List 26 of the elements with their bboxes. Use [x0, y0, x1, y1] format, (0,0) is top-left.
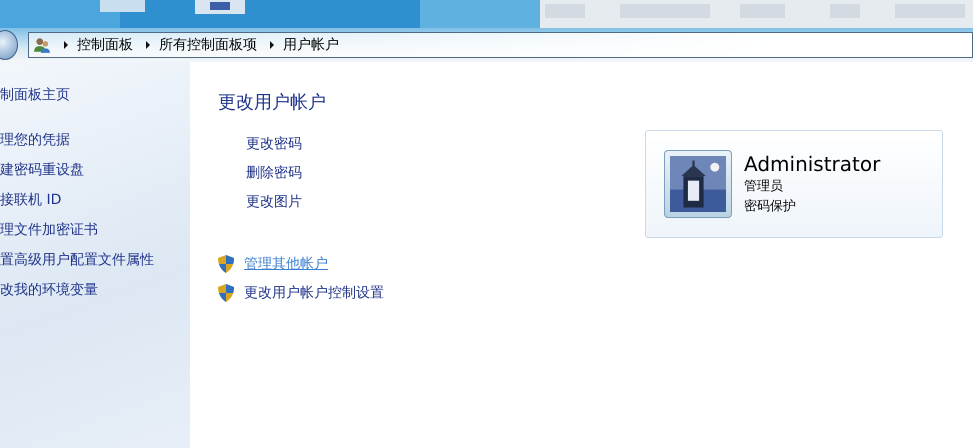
shield-icon — [218, 284, 234, 302]
chevron-icon — [63, 41, 69, 49]
breadcrumb[interactable]: 用户帐户 — [283, 36, 339, 54]
account-role: 管理员 — [744, 178, 784, 196]
breadcrumb[interactable]: 控制面板 — [77, 36, 133, 54]
users-icon — [33, 36, 51, 54]
chevron-icon — [269, 41, 275, 49]
account-status: 密码保护 — [744, 198, 797, 216]
sidebar-link[interactable]: 理您的凭据 — [0, 125, 190, 155]
chevron-icon — [145, 41, 151, 49]
sidebar-link[interactable]: 建密码重设盘 — [0, 155, 190, 185]
admin-link[interactable]: 更改用户帐户控制设置 — [244, 284, 384, 302]
sidebar-link[interactable]: 接联机 ID — [0, 185, 190, 215]
task-link[interactable]: 更改密码 — [246, 130, 384, 159]
address-bar[interactable]: 控制面板 所有控制面板项 用户帐户 — [28, 32, 973, 58]
task-link[interactable]: 更改图片 — [246, 188, 384, 217]
sidebar-link[interactable]: 置高级用户配置文件属性 — [0, 245, 190, 275]
breadcrumb[interactable]: 所有控制面板项 — [159, 36, 257, 54]
admin-link[interactable]: 管理其他帐户 — [244, 254, 328, 272]
sidebar-link[interactable]: 制面板主页 — [0, 80, 190, 110]
account-name: Administrator — [744, 151, 880, 177]
task-link[interactable]: 删除密码 — [246, 159, 384, 188]
shield-icon — [218, 254, 234, 272]
sidebar-link[interactable]: 理文件加密证书 — [0, 215, 190, 245]
page-title: 更改用户帐户 — [218, 91, 327, 114]
sidebar-link[interactable]: 改我的环境变量 — [0, 275, 190, 305]
